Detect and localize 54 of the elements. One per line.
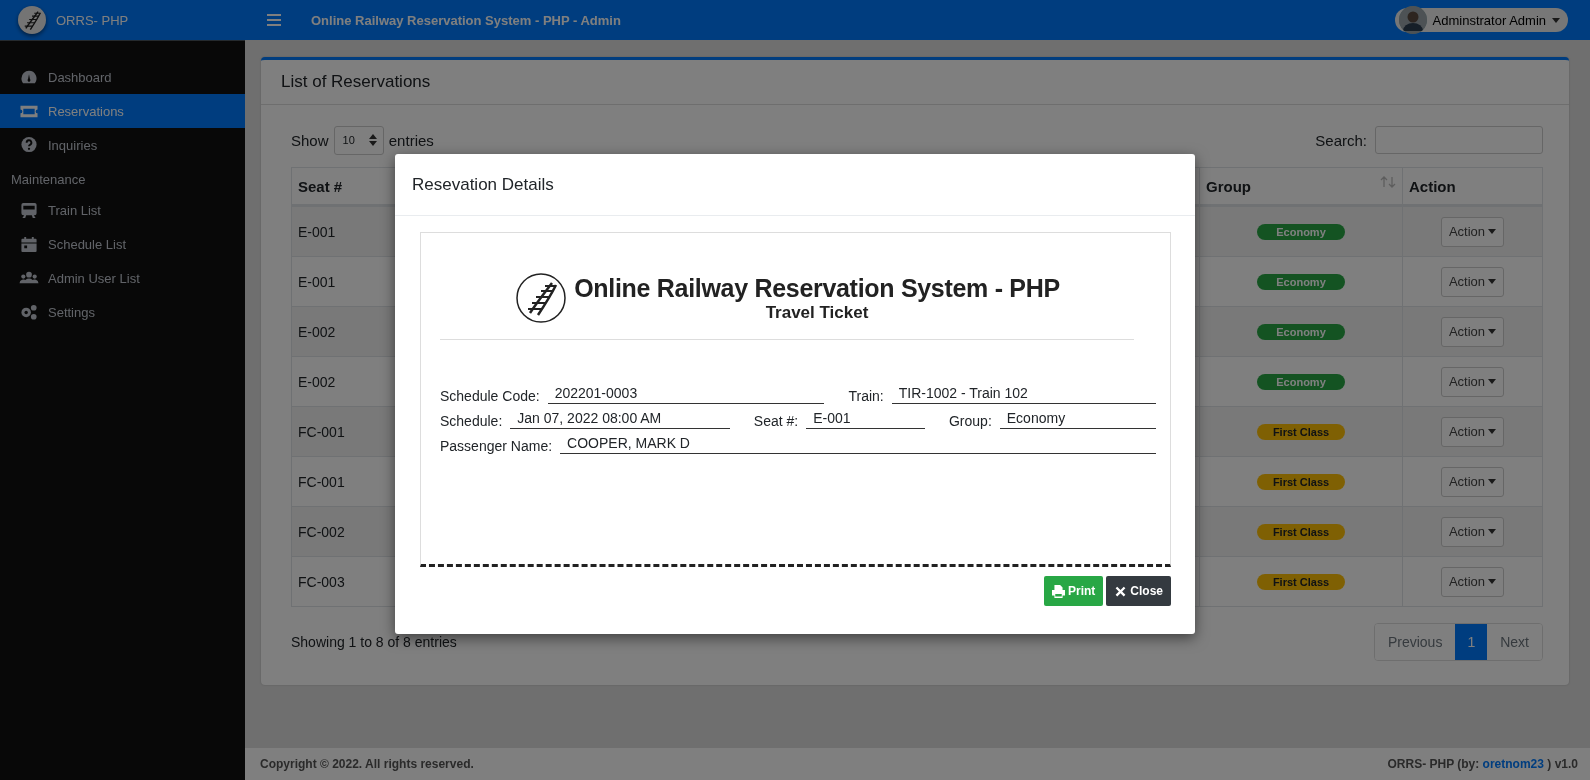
- ticket-subtitle: Travel Ticket: [765, 302, 869, 323]
- close-button[interactable]: Close: [1106, 576, 1171, 606]
- dialog-title: Resevation Details: [412, 174, 554, 195]
- nav-item[interactable]: Schedule List: [0, 227, 245, 261]
- group-badge: Economy: [1257, 374, 1345, 390]
- group-badge: First Class: [1257, 574, 1345, 590]
- nav-section-header: Maintenance: [10, 171, 87, 189]
- action-dropdown-button[interactable]: Action: [1440, 316, 1505, 347]
- user-menu-button[interactable]: Adminstrator Admin: [1394, 8, 1568, 32]
- field-value: TIR-1002 - Train 102: [891, 385, 1156, 404]
- copyright-text: Copyright © 2022. All rights reserved.: [260, 757, 474, 771]
- credit-text: ORRS- PHP (by: oretnom23 ) v1.0: [1387, 757, 1578, 771]
- field-value: Economy: [999, 410, 1156, 429]
- field-value: 202201-0003: [547, 385, 825, 404]
- action-dropdown-button[interactable]: Action: [1440, 366, 1505, 397]
- table-info: Showing 1 to 8 of 8 entries: [291, 634, 457, 650]
- nav-item[interactable]: Dashboard: [0, 60, 245, 94]
- card-title: List of Reservations: [281, 72, 431, 92]
- action-dropdown-button[interactable]: Action: [1440, 416, 1505, 447]
- action-dropdown-button[interactable]: Action: [1440, 216, 1505, 247]
- ticket-title: Online Railway Reservation System - PHP: [574, 273, 1060, 303]
- show-label: Show: [291, 131, 329, 149]
- column-title: Action: [1409, 177, 1456, 195]
- field-value: COOPER, MARK D: [560, 435, 1156, 454]
- action-dropdown-button[interactable]: Action: [1440, 516, 1505, 547]
- page-button[interactable]: 1: [1455, 624, 1488, 660]
- action-dropdown-button[interactable]: Action: [1440, 466, 1505, 497]
- field-label: Train:: [848, 388, 884, 404]
- column-title: Seat #: [298, 177, 343, 195]
- page-title: Online Railway Reservation System - PHP - Admin: [311, 12, 622, 28]
- group-badge: First Class: [1257, 474, 1345, 490]
- group-badge: First Class: [1257, 524, 1345, 540]
- nav-item[interactable]: Train List: [0, 193, 245, 227]
- entries-select[interactable]: 10: [333, 125, 384, 155]
- print-button[interactable]: Print: [1043, 576, 1104, 606]
- group-badge: Economy: [1257, 324, 1345, 340]
- nav-item[interactable]: Inquiries: [0, 128, 245, 162]
- column-title: Group: [1206, 177, 1251, 195]
- group-badge: First Class: [1257, 424, 1345, 440]
- nav-item[interactable]: Settings: [0, 295, 245, 329]
- entries-label: entries: [388, 131, 434, 149]
- field-label: Seat #:: [753, 413, 799, 429]
- nav-item[interactable]: Admin User List: [0, 261, 245, 295]
- action-dropdown-button[interactable]: Action: [1440, 566, 1505, 597]
- field-label: Group:: [948, 413, 992, 429]
- brand-name[interactable]: ORRS- PHP: [56, 12, 129, 28]
- author-link[interactable]: oretnom23: [1482, 757, 1544, 771]
- group-badge: Economy: [1257, 224, 1345, 240]
- field-value: Jan 07, 2022 08:00 AM: [510, 410, 730, 429]
- search-label: Search:: [1315, 131, 1367, 149]
- group-badge: Economy: [1257, 274, 1345, 290]
- field-value: E-001: [806, 410, 925, 429]
- action-dropdown-button[interactable]: Action: [1440, 266, 1505, 297]
- nav-item[interactable]: Reservations: [0, 94, 245, 128]
